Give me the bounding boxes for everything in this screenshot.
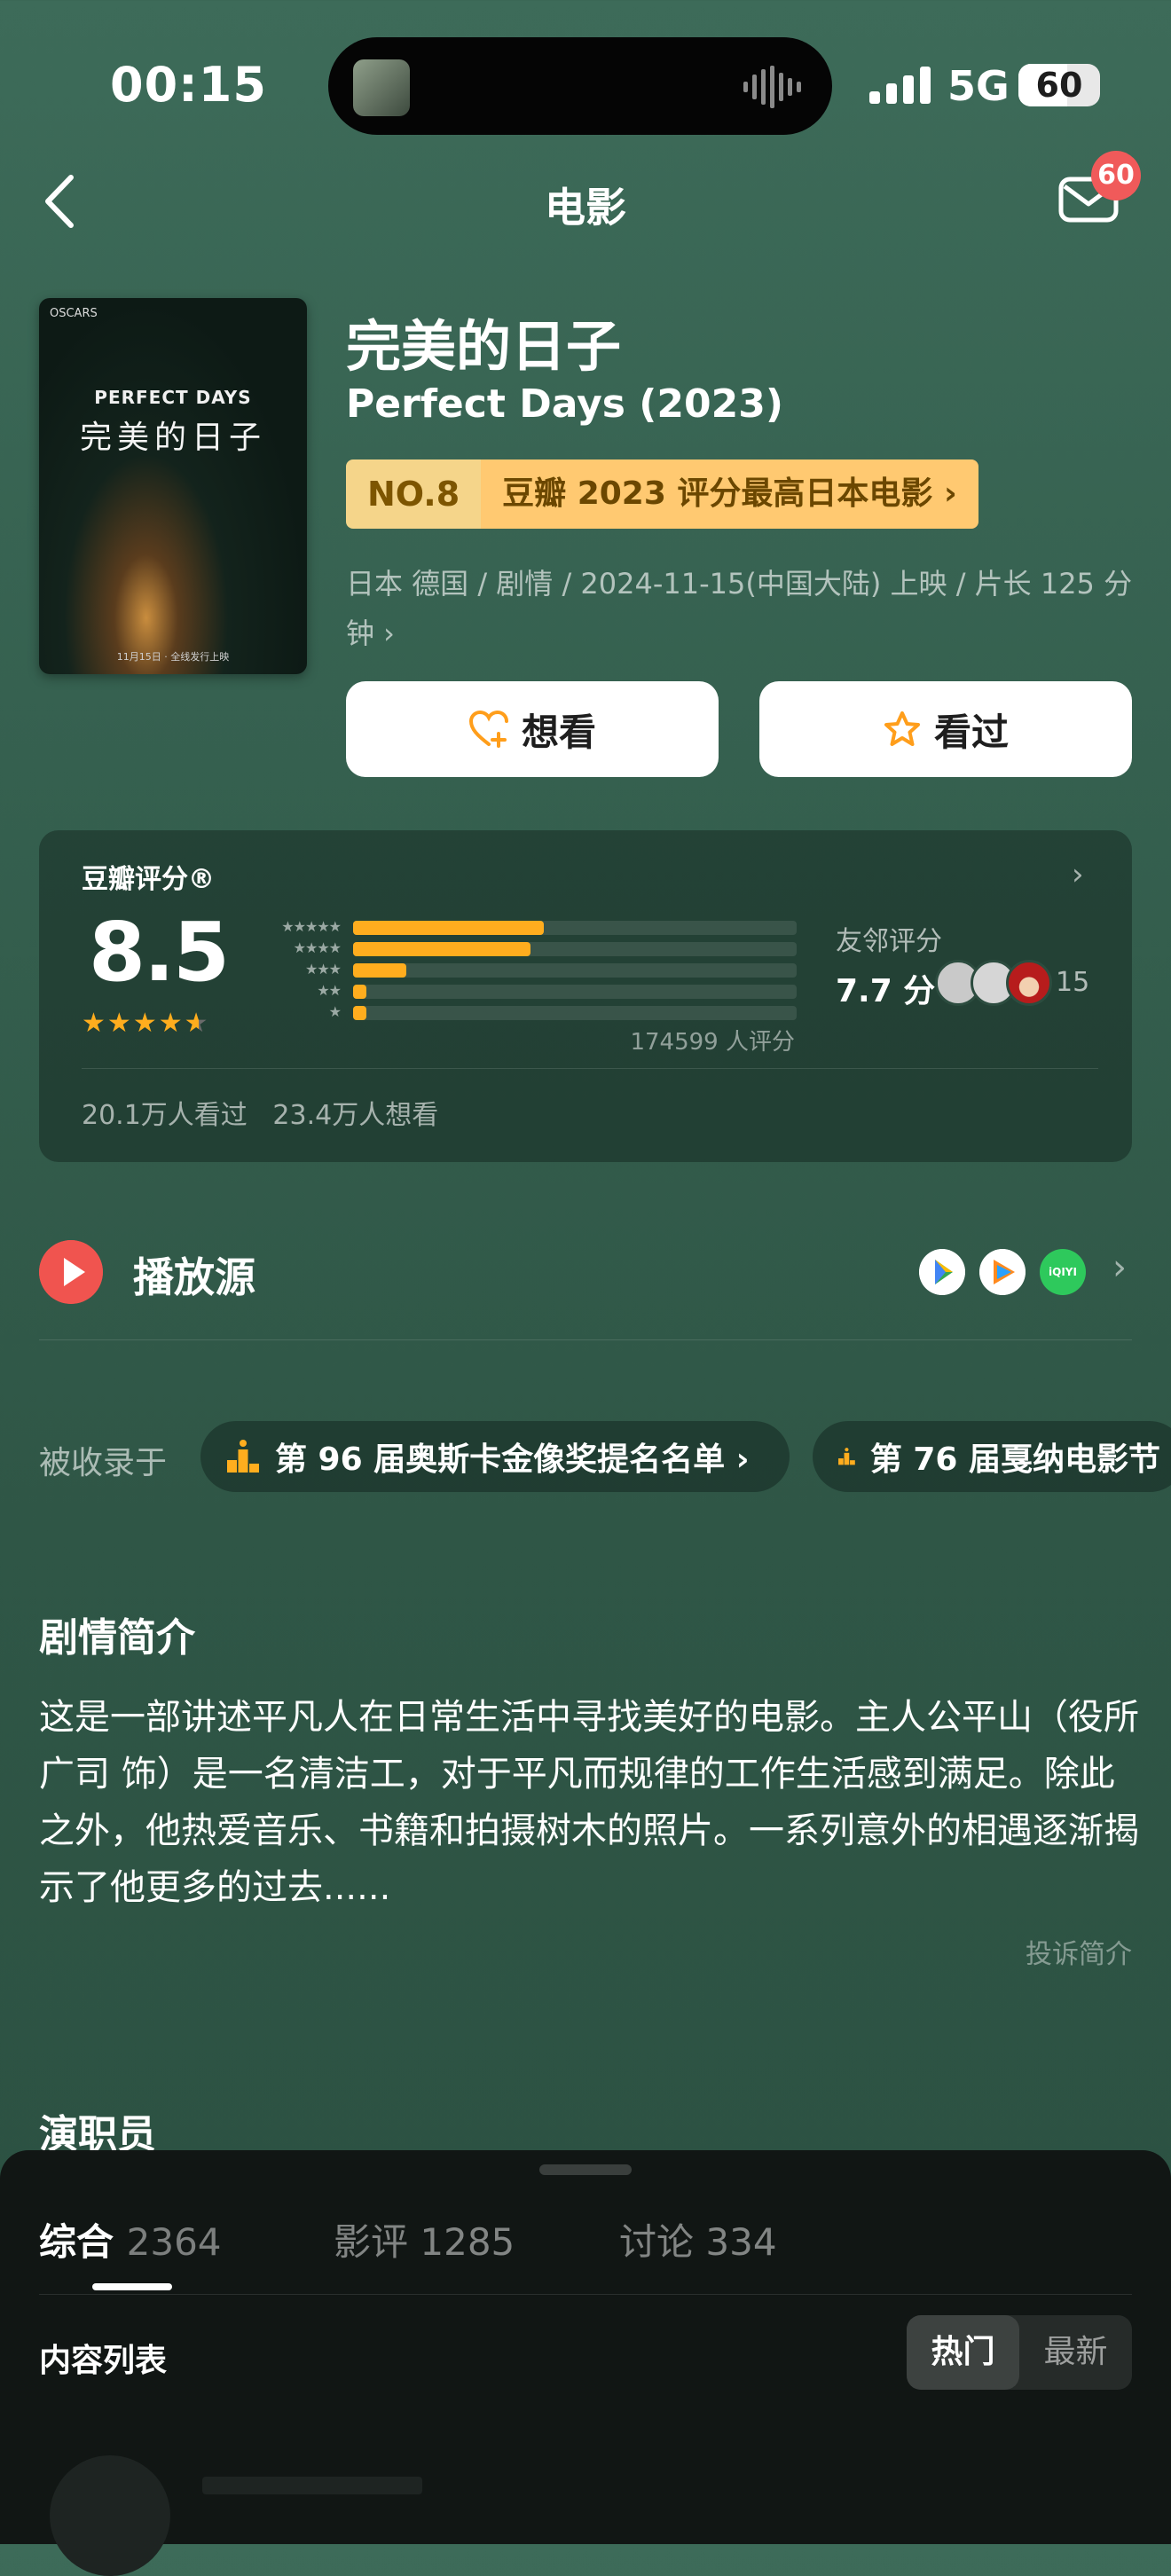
ranking-badge[interactable]: NO.8 豆瓣 2023 评分最高日本电影 › (346, 459, 978, 529)
synopsis-text[interactable]: 这是一部讲述平凡人在日常生活中寻找美好的电影。主人公平山（役所广司 饰）是一名清… (39, 1689, 1139, 1916)
ranking-podium-icon (838, 1448, 855, 1465)
star-half-icon: ★ (184, 1008, 210, 1039)
page-title: 电影 (545, 184, 626, 232)
rating-bar-fill (353, 963, 406, 978)
five-star-label: ★★★★★ (281, 918, 342, 935)
list-pill-label: 第 96 届奥斯卡金像奖提名名单 › (275, 1441, 750, 1478)
rating-bar-1 (353, 1006, 797, 1020)
two-star-label: ★★ (317, 982, 342, 999)
collected-label: 被收录于 (39, 1445, 168, 1481)
rating-label: 豆瓣评分® (82, 864, 215, 895)
tab-count: 2364 (126, 2220, 222, 2264)
poster-release-text: 11月15日 · 全线发行上映 (116, 651, 230, 663)
poster-title-en: PERFECT DAYS (94, 387, 252, 408)
poster-title-cn: 完美的日子 (79, 420, 266, 456)
status-time: 00:15 (110, 57, 267, 113)
tab-count: 1285 (420, 2220, 515, 2264)
star-outline-icon (884, 711, 920, 746)
loading-text-placeholder (202, 2477, 422, 2494)
rating-score: 8.5 (89, 905, 230, 1000)
tab-label: 综合 (39, 2220, 114, 2264)
play-source-label[interactable]: 播放源 (133, 1245, 255, 1304)
tab-label: 讨论 (619, 2220, 695, 2264)
synopsis-title: 剧情简介 (39, 1615, 195, 1661)
sort-toggle[interactable]: 热门 最新 (907, 2315, 1132, 2390)
movie-poster[interactable]: OSCARS PERFECT DAYS 完美的日子 11月15日 · 全线发行上… (39, 298, 307, 674)
battery-level: 60 (1035, 66, 1083, 105)
movie-title-cn: 完美的日子 (346, 314, 622, 379)
rating-stars: ★★★★★ (82, 1008, 210, 1039)
friends-avatars[interactable] (935, 960, 1052, 1006)
poster-oscars-text: OSCARS (50, 307, 98, 320)
rating-bar-fill (353, 921, 544, 935)
report-synopsis-link[interactable]: 投诉简介 (905, 1932, 1132, 1971)
list-pill-oscars[interactable]: 第 96 届奥斯卡金像奖提名名单 › (200, 1421, 790, 1492)
heart-plus-icon (468, 711, 508, 748)
list-pill-cannes[interactable]: 第 76 届戛纳电影节 (813, 1421, 1171, 1492)
tab-label: 影评 (334, 2220, 409, 2264)
sort-hot-button[interactable]: 热门 (907, 2315, 1019, 2390)
tencent-video-icon[interactable] (979, 1249, 1026, 1295)
sheet-drag-handle[interactable] (539, 2164, 632, 2175)
google-play-icon[interactable] (919, 1249, 965, 1295)
friends-count: 15 (1056, 967, 1090, 998)
tab-discussions[interactable]: 讨论 334 (619, 2212, 777, 2266)
rating-count: 174599 人评分 (630, 1029, 795, 1056)
back-arrow-icon[interactable] (37, 170, 90, 232)
network-type: 5G (947, 62, 1010, 110)
one-star-label: ★ (328, 1003, 342, 1020)
divider (39, 1339, 1132, 1340)
star-icon: ★ (158, 1008, 185, 1039)
audio-wave-icon (743, 66, 801, 108)
avatar (1006, 960, 1052, 1006)
movie-meta[interactable]: 日本 德国 / 剧情 / 2024-11-15(中国大陆) 上映 / 片长 12… (346, 559, 1136, 658)
watched-label: 看过 (933, 710, 1009, 754)
rank-number: NO.8 (346, 459, 482, 529)
play-circle-icon[interactable] (39, 1240, 103, 1304)
list-pill-label: 第 76 届戛纳电影节 (869, 1441, 1160, 1478)
rating-bar-3 (353, 963, 797, 978)
rating-bar-5 (353, 921, 797, 935)
star-icon: ★ (132, 1008, 159, 1039)
tab-count: 334 (705, 2220, 777, 2264)
rating-bar-2 (353, 985, 797, 999)
mail-badge: 60 (1091, 151, 1141, 200)
iqiyi-icon[interactable]: iQIYI (1040, 1249, 1086, 1295)
now-playing-thumbnail (353, 59, 410, 116)
friends-rating-label: 友邻评分 (836, 926, 942, 957)
rating-bar-fill (353, 1006, 366, 1020)
rank-text: 豆瓣 2023 评分最高日本电影 › (481, 459, 978, 529)
dynamic-island[interactable] (328, 37, 832, 135)
star-icon: ★ (106, 1008, 133, 1039)
watch-stats: 20.1万人看过 23.4万人想看 (82, 1100, 439, 1131)
divider (39, 2294, 1132, 2295)
watched-button[interactable]: 看过 (759, 681, 1132, 777)
four-star-label: ★★★★ (293, 939, 342, 956)
movie-title-en: Perfect Days (2023) (346, 381, 783, 427)
sort-latest-button[interactable]: 最新 (1019, 2315, 1132, 2390)
chevron-right-icon[interactable]: › (1072, 857, 1084, 892)
ranking-podium-icon (227, 1440, 259, 1473)
loading-avatar-placeholder (50, 2455, 170, 2576)
battery-indicator: 60 (1018, 64, 1100, 106)
three-star-label: ★★★ (304, 961, 342, 978)
friends-rating-score: 7.7 分 (836, 973, 936, 1009)
chevron-right-icon[interactable]: › (1112, 1247, 1127, 1288)
cellular-signal-icon (869, 67, 931, 104)
tab-overview[interactable]: 综合 2364 (39, 2212, 222, 2266)
want-to-watch-button[interactable]: 想看 (346, 681, 719, 777)
star-icon: ★ (82, 1008, 107, 1039)
divider (82, 1068, 1098, 1069)
tab-reviews[interactable]: 影评 1285 (334, 2212, 515, 2266)
want-label: 想看 (521, 710, 596, 754)
content-list-title: 内容列表 (39, 2343, 168, 2379)
rating-bar-4 (353, 942, 797, 956)
rating-bar-fill (353, 942, 530, 956)
active-tab-indicator (92, 2283, 172, 2290)
rating-bar-fill (353, 985, 366, 999)
